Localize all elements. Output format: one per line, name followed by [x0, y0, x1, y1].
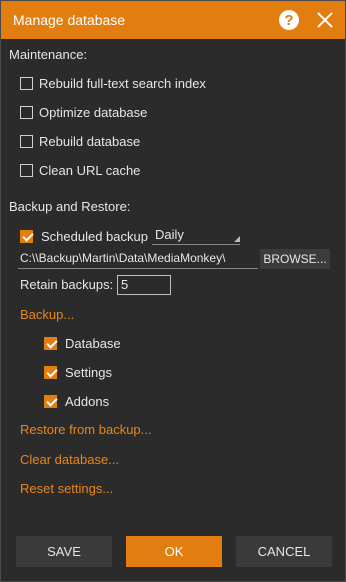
retain-backups-label: Retain backups:	[20, 277, 114, 292]
clean-url-cache-checkbox[interactable]: Clean URL cache	[20, 163, 140, 178]
checkbox-label: Addons	[65, 394, 110, 409]
checkbox-label: Rebuild full-text search index	[39, 76, 206, 91]
checkbox-box[interactable]	[44, 366, 57, 379]
title-bar: Manage database ?	[1, 1, 345, 39]
checkbox-box[interactable]	[44, 337, 57, 350]
checkbox-box[interactable]	[20, 230, 33, 243]
checkbox-label: Settings	[65, 365, 112, 380]
checkbox-label: Clean URL cache	[39, 163, 141, 178]
rebuild-database-checkbox[interactable]: Rebuild database	[20, 134, 140, 149]
checkbox-label: Database	[65, 336, 121, 351]
cancel-button[interactable]: CANCEL	[236, 536, 332, 567]
browse-button[interactable]: BROWSE...	[260, 249, 330, 269]
restore-from-backup-link[interactable]: Restore from backup...	[20, 422, 152, 437]
save-button[interactable]: SAVE	[16, 536, 112, 567]
close-icon[interactable]	[317, 12, 333, 28]
frequency-value: Daily	[155, 227, 184, 242]
checkbox-label: Scheduled backup	[41, 229, 148, 244]
backup-addons-checkbox[interactable]: Addons	[44, 394, 109, 409]
scheduled-backup-checkbox[interactable]: Scheduled backup	[20, 229, 148, 244]
backup-settings-checkbox[interactable]: Settings	[44, 365, 112, 380]
checkbox-box[interactable]	[20, 77, 33, 90]
checkbox-box[interactable]	[44, 395, 57, 408]
retain-backups-input[interactable]: 5	[117, 275, 171, 295]
backup-database-checkbox[interactable]: Database	[44, 336, 121, 351]
ok-button[interactable]: OK	[126, 536, 222, 567]
backup-link[interactable]: Backup...	[20, 307, 74, 322]
checkbox-label: Rebuild database	[39, 134, 141, 149]
reset-settings-link[interactable]: Reset settings...	[20, 481, 113, 496]
backup-restore-heading: Backup and Restore:	[9, 199, 131, 214]
rebuild-fulltext-checkbox[interactable]: Rebuild full-text search index	[20, 76, 206, 91]
clear-database-link[interactable]: Clear database...	[20, 452, 119, 467]
manage-database-dialog: Manage database ? Maintenance: Rebuild f…	[0, 0, 346, 582]
checkbox-box[interactable]	[20, 164, 33, 177]
backup-frequency-select[interactable]: Daily	[152, 227, 240, 245]
checkbox-label: Optimize database	[39, 105, 148, 120]
help-icon[interactable]: ?	[279, 10, 299, 30]
maintenance-heading: Maintenance:	[9, 47, 88, 62]
checkbox-box[interactable]	[20, 135, 33, 148]
checkbox-box[interactable]	[20, 106, 33, 119]
optimize-database-checkbox[interactable]: Optimize database	[20, 105, 147, 120]
backup-path-input[interactable]: C:\\Backup\Martin\Data\MediaMonkey\	[18, 251, 258, 269]
window-title: Manage database	[13, 12, 126, 28]
dropdown-arrow-icon	[234, 236, 240, 242]
